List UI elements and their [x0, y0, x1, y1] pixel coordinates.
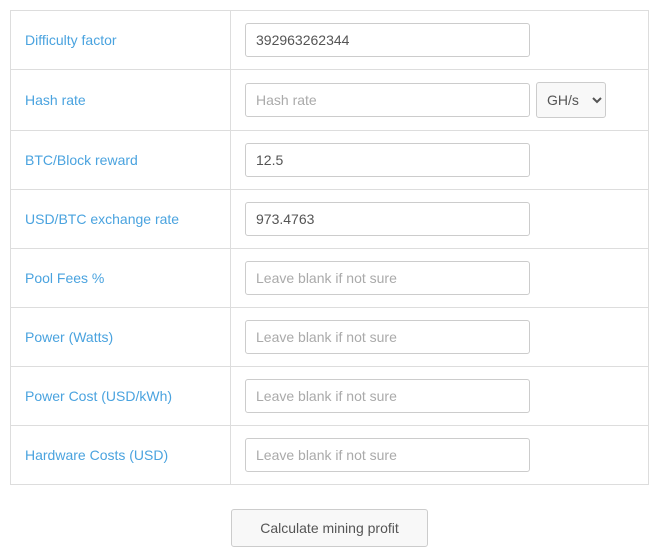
row-power-watts: Power (Watts): [11, 308, 649, 367]
input-hash-rate[interactable]: [245, 83, 530, 117]
input-wrapper-difficulty-factor: [245, 23, 634, 57]
unit-select-hash-rate[interactable]: GH/sTH/sMH/sKH/sH/s: [536, 82, 606, 118]
input-wrapper-hash-rate: GH/sTH/sMH/sKH/sH/s: [245, 82, 634, 118]
label-pool-fees: Pool Fees %: [11, 249, 231, 308]
input-wrapper-hardware-costs: [245, 438, 634, 472]
label-btc-block-reward: BTC/Block reward: [11, 131, 231, 190]
input-power-watts[interactable]: [245, 320, 530, 354]
input-cell-hash-rate: GH/sTH/sMH/sKH/sH/s: [231, 70, 649, 131]
input-cell-difficulty-factor: [231, 11, 649, 70]
input-wrapper-usd-btc-exchange-rate: [245, 202, 634, 236]
label-power-watts: Power (Watts): [11, 308, 231, 367]
label-power-cost: Power Cost (USD/kWh): [11, 367, 231, 426]
input-cell-pool-fees: [231, 249, 649, 308]
input-cell-power-cost: [231, 367, 649, 426]
row-btc-block-reward: BTC/Block reward: [11, 131, 649, 190]
input-wrapper-power-watts: [245, 320, 634, 354]
row-hardware-costs: Hardware Costs (USD): [11, 426, 649, 485]
input-btc-block-reward[interactable]: [245, 143, 530, 177]
label-hash-rate: Hash rate: [11, 70, 231, 131]
input-cell-btc-block-reward: [231, 131, 649, 190]
mining-form-table: Difficulty factorHash rate GH/sTH/sMH/sKH…: [10, 10, 649, 485]
row-difficulty-factor: Difficulty factor: [11, 11, 649, 70]
calculate-button[interactable]: Calculate mining profit: [231, 509, 428, 547]
input-usd-btc-exchange-rate[interactable]: [245, 202, 530, 236]
row-pool-fees: Pool Fees %: [11, 249, 649, 308]
label-hardware-costs: Hardware Costs (USD): [11, 426, 231, 485]
row-hash-rate: Hash rate GH/sTH/sMH/sKH/sH/s: [11, 70, 649, 131]
row-usd-btc-exchange-rate: USD/BTC exchange rate: [11, 190, 649, 249]
input-cell-usd-btc-exchange-rate: [231, 190, 649, 249]
input-pool-fees[interactable]: [245, 261, 530, 295]
input-wrapper-pool-fees: [245, 261, 634, 295]
input-cell-hardware-costs: [231, 426, 649, 485]
input-hardware-costs[interactable]: [245, 438, 530, 472]
input-wrapper-btc-block-reward: [245, 143, 634, 177]
label-difficulty-factor: Difficulty factor: [11, 11, 231, 70]
row-power-cost: Power Cost (USD/kWh): [11, 367, 649, 426]
button-row: Calculate mining profit: [10, 509, 649, 547]
input-difficulty-factor[interactable]: [245, 23, 530, 57]
label-usd-btc-exchange-rate: USD/BTC exchange rate: [11, 190, 231, 249]
input-power-cost[interactable]: [245, 379, 530, 413]
input-cell-power-watts: [231, 308, 649, 367]
main-container: Difficulty factorHash rate GH/sTH/sMH/sKH…: [10, 10, 649, 547]
input-wrapper-power-cost: [245, 379, 634, 413]
